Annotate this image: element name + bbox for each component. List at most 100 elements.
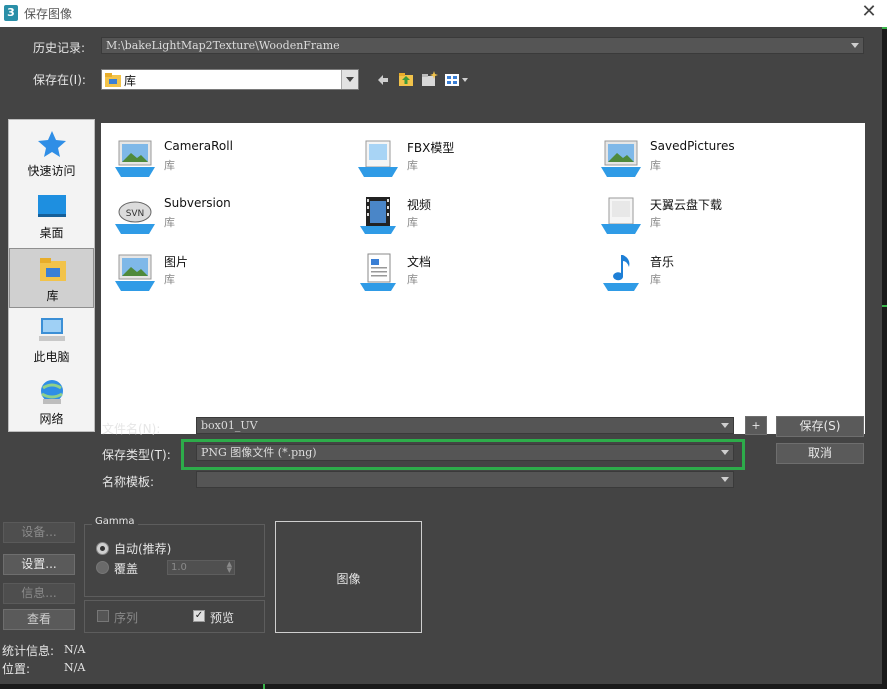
star-icon (38, 131, 66, 157)
history-dropdown[interactable]: M:\bakeLightMap2Texture\WoodenFrame (101, 37, 864, 54)
back-arrow-icon[interactable] (377, 74, 389, 86)
file-name: 图片 (164, 255, 189, 269)
file-type: 库 (650, 159, 661, 172)
up-folder-icon[interactable] (398, 71, 414, 87)
save-button[interactable]: 保存(S) (776, 416, 864, 437)
file-name: 视频 (407, 198, 432, 212)
place-desktop[interactable]: 桌面 (9, 186, 94, 246)
add-suffix-button[interactable]: + (745, 416, 767, 435)
gamma-override-label: 覆盖 (114, 562, 139, 576)
app-icon: 3 (4, 5, 18, 21)
place-label: 快速访问 (27, 164, 76, 178)
location-value: N/A (64, 661, 86, 674)
preview-checkbox[interactable]: ✓ (193, 610, 205, 622)
chevron-down-icon[interactable] (721, 477, 729, 482)
gamma-title: Gamma (92, 516, 138, 527)
file-name: SavedPictures (650, 139, 735, 153)
chevron-down-icon[interactable] (851, 43, 859, 48)
title-bar: 3 保存图像 ✕ (0, 0, 887, 27)
file-name: 音乐 (650, 255, 675, 269)
svn-icon: SVN (115, 201, 155, 234)
save-in-dropdown[interactable]: 库 (101, 69, 359, 90)
stats-value: N/A (64, 643, 86, 656)
info-button[interactable]: 信息... (3, 583, 75, 604)
gamma-override-radio[interactable] (96, 561, 109, 574)
preview-label: 预览 (210, 611, 235, 625)
gamma-auto-radio[interactable] (96, 542, 109, 555)
file-item-savedpictures[interactable]: SavedPictures 库 (593, 137, 823, 181)
gamma-override-spinner[interactable]: 1.0 ▲ ▼ (167, 560, 235, 575)
gamma-auto-label: 自动(推荐) (114, 542, 172, 556)
save-in-label: 保存在(I): (33, 73, 86, 87)
place-this-pc[interactable]: 此电脑 (9, 310, 94, 370)
document-library-icon (360, 253, 396, 291)
network-icon (41, 380, 63, 404)
filename-label: 文件名(N): (102, 422, 161, 436)
options-group (84, 600, 265, 633)
file-type: 库 (407, 159, 418, 172)
save-image-dialog: 历史记录: M:\bakeLightMap2Texture\WoodenFram… (0, 27, 882, 684)
close-icon[interactable]: ✕ (859, 2, 879, 22)
window-title: 保存图像 (24, 7, 73, 21)
file-item-tianyi[interactable]: 天翼云盘下载 库 (593, 194, 823, 238)
template-dropdown[interactable] (196, 471, 734, 488)
view-menu-icon[interactable] (445, 73, 471, 87)
video-library-icon (360, 197, 396, 234)
file-type: 库 (164, 159, 175, 172)
library-icon (40, 258, 66, 281)
background-strip-bottom (0, 684, 887, 689)
picture-library-icon (601, 140, 641, 177)
place-quick-access[interactable]: 快速访问 (9, 124, 94, 184)
file-item-video[interactable]: 视频 库 (350, 194, 580, 238)
place-label: 网络 (39, 412, 64, 426)
file-item-subversion[interactable]: SVN Subversion 库 (107, 194, 337, 238)
document-library-icon (358, 140, 398, 177)
file-type: 库 (164, 273, 175, 286)
save-in-dropdown-button[interactable] (341, 70, 358, 89)
sequence-label: 序列 (114, 611, 139, 625)
computer-icon (39, 318, 65, 341)
setup-button[interactable]: 设置... (3, 554, 75, 575)
chevron-down-icon[interactable] (721, 423, 729, 428)
music-library-icon (603, 255, 639, 291)
file-type: 库 (650, 273, 661, 286)
new-folder-icon[interactable] (421, 71, 438, 87)
file-type: 库 (164, 216, 175, 229)
file-item-fbx[interactable]: FBX模型 库 (350, 137, 580, 181)
file-type: 库 (407, 273, 418, 286)
file-item-cameraroll[interactable]: CameraRoll 库 (107, 137, 337, 181)
save-in-value: 库 (124, 74, 137, 88)
cancel-button[interactable]: 取消 (776, 443, 864, 464)
stats-label: 统计信息: (2, 644, 55, 658)
filetype-label: 保存类型(T): (102, 448, 171, 462)
file-type: 库 (407, 216, 418, 229)
place-network[interactable]: 网络 (9, 372, 94, 432)
place-label: 此电脑 (33, 350, 70, 364)
file-name: CameraRoll (164, 139, 233, 153)
file-item-music[interactable]: 音乐 库 (593, 251, 823, 295)
picture-library-icon (115, 254, 155, 291)
background-strip (882, 27, 887, 689)
filename-value: box01_UV (201, 419, 258, 432)
view-button[interactable]: 查看 (3, 609, 75, 630)
place-library[interactable]: 库 (9, 248, 94, 308)
library-folder-icon (105, 73, 121, 87)
file-name: FBX模型 (407, 141, 455, 155)
template-label: 名称模板: (102, 475, 155, 489)
place-label: 库 (46, 289, 59, 303)
location-label: 位置: (2, 662, 31, 676)
gamma-override-value: 1.0 (171, 562, 187, 573)
file-item-pictures[interactable]: 图片 库 (107, 251, 337, 295)
file-item-documents[interactable]: 文档 库 (350, 251, 580, 295)
history-value: M:\bakeLightMap2Texture\WoodenFrame (106, 39, 340, 52)
spinner-arrows-icon[interactable]: ▲ ▼ (227, 561, 232, 574)
document-library-icon (601, 197, 641, 234)
svg-text:SVN: SVN (126, 209, 145, 219)
filename-input[interactable]: box01_UV (196, 417, 734, 434)
device-button[interactable]: 设备... (3, 522, 75, 543)
file-name: 文档 (407, 255, 432, 269)
history-label: 历史记录: (33, 41, 86, 55)
file-name: Subversion (164, 196, 231, 210)
image-preview-label: 图像 (336, 572, 361, 586)
sequence-checkbox[interactable] (97, 610, 109, 622)
